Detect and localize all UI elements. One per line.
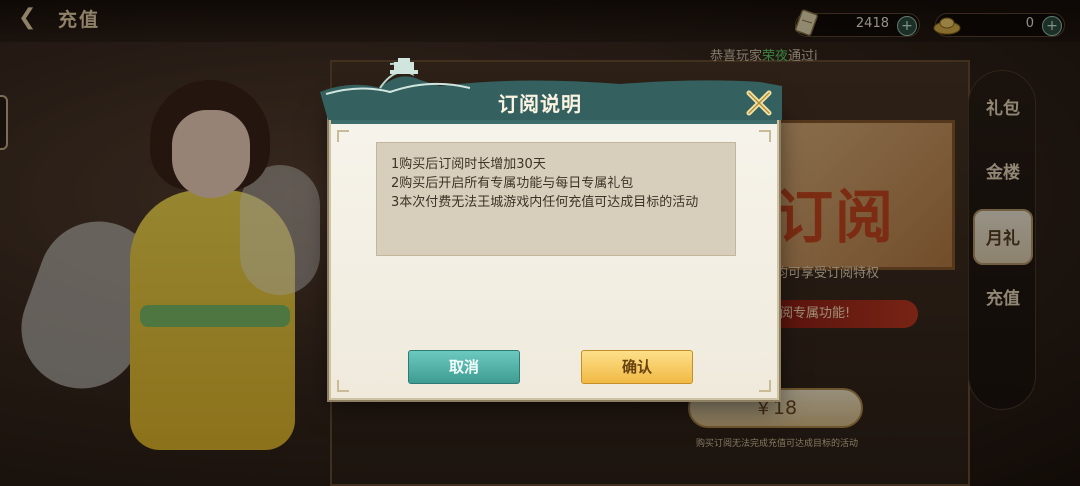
cancel-button[interactable]: 取消: [408, 350, 520, 384]
info-line-1: 1购买后订阅时长增加30天: [391, 157, 546, 172]
info-line-2: 2购买后开启所有专属功能与每日专属礼包: [391, 176, 634, 191]
info-line-3: 3本次付费无法王城游戏内任何充值可达成目标的活动: [391, 195, 699, 210]
corner-ornament: [759, 380, 771, 392]
close-x-icon[interactable]: [742, 86, 776, 120]
corner-ornament: [337, 130, 349, 142]
corner-ornament: [759, 130, 771, 142]
subscription-info-dialog: 1购买后订阅时长增加30天 2购买后开启所有专属功能与每日专属礼包 3本次付费无…: [329, 100, 779, 400]
confirm-button[interactable]: 确认: [581, 350, 693, 384]
corner-ornament: [337, 380, 349, 392]
dialog-title: 订阅说明: [498, 92, 582, 116]
dialog-content-box: 1购买后订阅时长增加30天 2购买后开启所有专属功能与每日专属礼包 3本次付费无…: [376, 142, 736, 256]
